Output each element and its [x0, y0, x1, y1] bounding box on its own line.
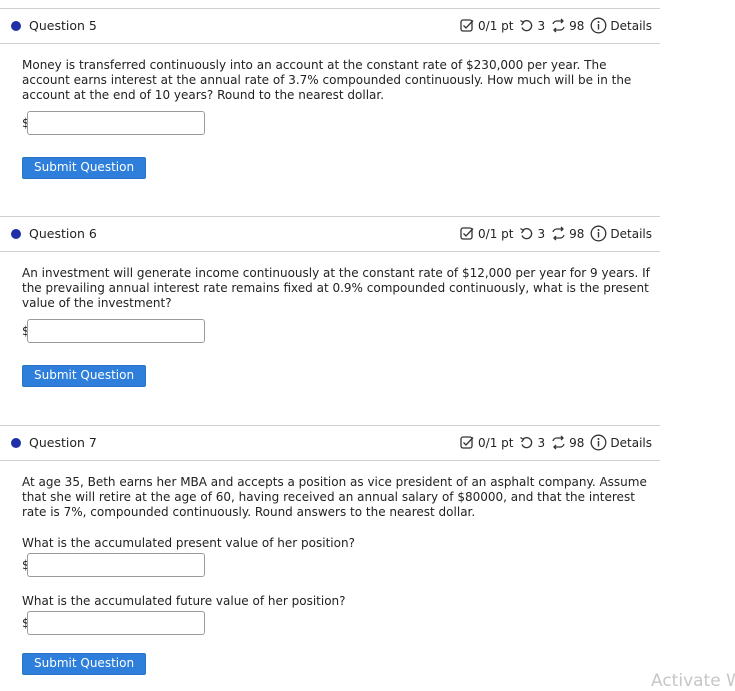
- answer-input[interactable]: [27, 319, 205, 343]
- info-icon: [590, 434, 607, 451]
- question-status-dot: [11, 229, 21, 239]
- info-icon: [590, 17, 607, 34]
- answer-row: $: [22, 319, 652, 347]
- checkbox-icon: [460, 436, 474, 449]
- checkbox-icon: [460, 19, 474, 32]
- answer-row: $: [22, 111, 652, 139]
- details-link[interactable]: Details: [590, 434, 652, 451]
- score: 0/1 pt: [460, 18, 513, 33]
- score: 0/1 pt: [460, 435, 513, 450]
- activate-windows-watermark: Activate W: [651, 671, 735, 691]
- answer-row-part1: $: [22, 553, 652, 581]
- score: 0/1 pt: [460, 226, 513, 241]
- question-5: Question 5 0/1 pt 3 98 Details Money is …: [0, 8, 660, 179]
- question-6: Question 6 0/1 pt 3 98 Details An invest…: [0, 216, 660, 387]
- score-text: 0/1 pt: [478, 226, 514, 241]
- answer-input[interactable]: [27, 111, 205, 135]
- attempts: 98: [551, 18, 584, 33]
- submit-question-button[interactable]: Submit Question: [22, 365, 147, 387]
- question-prompt: An investment will generate income conti…: [22, 266, 650, 310]
- attempts: 98: [551, 226, 584, 241]
- retries: 3: [519, 435, 545, 450]
- details-text: Details: [610, 226, 652, 241]
- question-title: Question 5: [29, 18, 97, 33]
- retries-text: 3: [537, 226, 546, 241]
- attempts-icon: [552, 435, 565, 450]
- attempts-text: 98: [569, 435, 585, 450]
- question-meta: 0/1 pt 3 98 Details: [454, 225, 652, 242]
- retries-text: 3: [537, 18, 546, 33]
- checkbox-icon: [460, 227, 474, 240]
- question-prompt: At age 35, Beth earns her MBA and accept…: [22, 475, 647, 519]
- question-status-dot: [11, 438, 21, 448]
- question-header: Question 7 0/1 pt 3 98 Details: [0, 425, 660, 461]
- attempts-text: 98: [569, 226, 585, 241]
- question-header: Question 6 0/1 pt 3 98 Details: [0, 216, 660, 252]
- present-value-input[interactable]: [27, 553, 205, 577]
- attempts-icon: [552, 226, 565, 241]
- question-body: Money is transferred continuously into a…: [22, 58, 652, 179]
- retry-icon: [520, 19, 533, 32]
- part2-label: What is the accumulated future value of …: [22, 594, 346, 608]
- attempts-text: 98: [569, 18, 585, 33]
- retry-icon: [520, 436, 533, 449]
- question-status-dot: [11, 21, 21, 31]
- part1-label: What is the accumulated present value of…: [22, 536, 355, 550]
- submit-question-button[interactable]: Submit Question: [22, 157, 147, 179]
- attempts: 98: [551, 435, 584, 450]
- question-body: At age 35, Beth earns her MBA and accept…: [22, 475, 652, 675]
- question-body: An investment will generate income conti…: [22, 266, 652, 387]
- question-title: Question 7: [29, 435, 97, 450]
- details-link[interactable]: Details: [590, 17, 652, 34]
- score-text: 0/1 pt: [478, 435, 514, 450]
- details-text: Details: [610, 18, 652, 33]
- submit-question-button[interactable]: Submit Question: [22, 653, 147, 675]
- score-text: 0/1 pt: [478, 18, 514, 33]
- question-header: Question 5 0/1 pt 3 98 Details: [0, 8, 660, 44]
- question-meta: 0/1 pt 3 98 Details: [454, 434, 652, 451]
- retries: 3: [519, 18, 545, 33]
- question-meta: 0/1 pt 3 98 Details: [454, 17, 652, 34]
- question-7: Question 7 0/1 pt 3 98 Details At age 35…: [0, 425, 660, 675]
- retries-text: 3: [537, 435, 546, 450]
- retries: 3: [519, 226, 545, 241]
- answer-row-part2: $: [22, 611, 652, 639]
- question-title: Question 6: [29, 226, 97, 241]
- future-value-input[interactable]: [27, 611, 205, 635]
- question-prompt: Money is transferred continuously into a…: [22, 58, 632, 102]
- info-icon: [590, 225, 607, 242]
- attempts-icon: [552, 18, 565, 33]
- retry-icon: [520, 227, 533, 240]
- details-link[interactable]: Details: [590, 225, 652, 242]
- details-text: Details: [610, 435, 652, 450]
